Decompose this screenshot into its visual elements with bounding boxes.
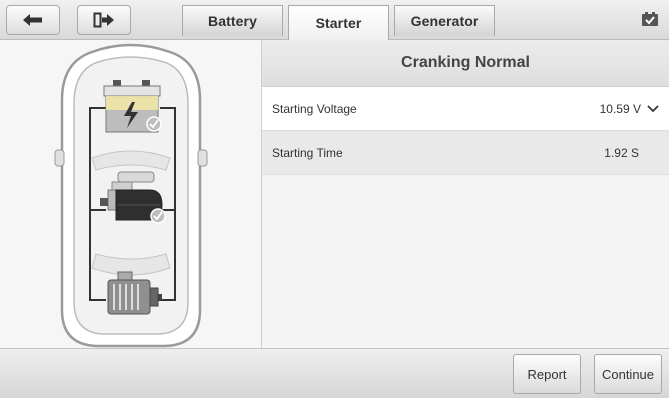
continue-button[interactable]: Continue	[594, 354, 662, 394]
vehicle-diagram	[54, 43, 208, 348]
vci-status-icon	[642, 12, 658, 26]
back-arrow-icon	[23, 14, 42, 26]
chevron-down-icon[interactable]	[647, 104, 659, 113]
exit-icon	[93, 12, 114, 28]
results-panel: Cranking Normal Starting Voltage 10.59 V…	[262, 40, 669, 348]
exit-button[interactable]	[77, 5, 131, 35]
report-button[interactable]: Report	[513, 354, 581, 394]
bottom-action-bar: Report Continue	[0, 348, 669, 398]
starter-check-icon	[150, 208, 166, 224]
row-value: 10.59 V	[599, 101, 641, 116]
result-row-starting-voltage[interactable]: Starting Voltage 10.59 V	[262, 87, 669, 131]
battery-check-icon	[146, 116, 162, 132]
result-title: Cranking Normal	[262, 40, 669, 87]
top-toolbar: Battery Starter Generator	[0, 0, 669, 40]
tab-generator[interactable]: Generator	[394, 5, 495, 36]
result-row-starting-time[interactable]: Starting Time 1.92 S	[262, 131, 669, 175]
row-label: Starting Time	[272, 145, 343, 160]
row-label: Starting Voltage	[272, 101, 357, 116]
tab-starter[interactable]: Starter	[288, 5, 389, 40]
back-button[interactable]	[6, 5, 60, 35]
row-value: 1.92 S	[604, 145, 639, 160]
vehicle-diagram-panel	[0, 40, 262, 348]
tab-battery[interactable]: Battery	[182, 5, 283, 36]
